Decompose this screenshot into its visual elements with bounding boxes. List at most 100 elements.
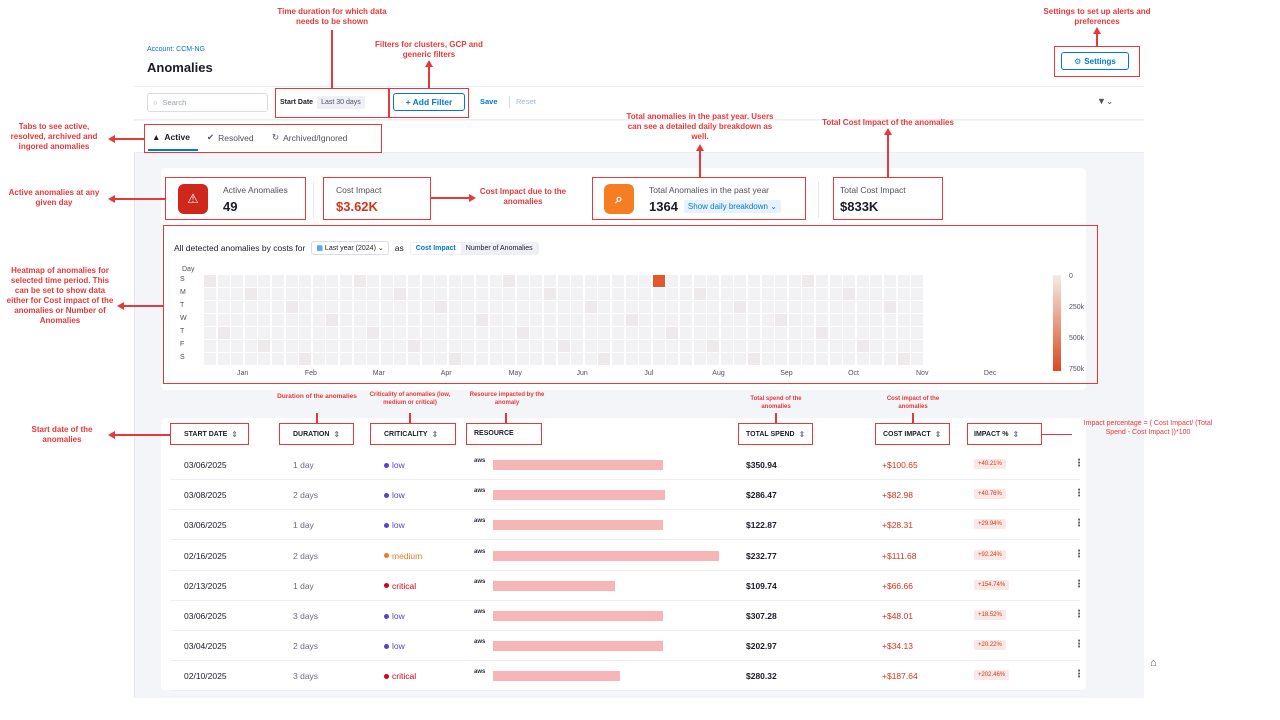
aws-icon: aws [474, 609, 486, 615]
start-date-cell: 03/06/2025 [184, 611, 227, 621]
filter-funnel-icon[interactable]: ▼⌄ [1097, 96, 1113, 107]
table-row[interactable]: 03/06/2025 1 day low aws $350.94 +$100.65 +40.… [170, 450, 1084, 480]
impact-pct-badge: +92.24% [974, 549, 1006, 560]
annotation-line [331, 30, 333, 88]
criticality-dot [384, 553, 389, 559]
annotation-arrow [117, 302, 124, 310]
annotation-heatmap: Heatmap of anomalies for selected time p… [6, 266, 114, 325]
criticality-dot [384, 583, 389, 589]
resource-bar[interactable] [493, 580, 615, 591]
table-row[interactable]: 02/16/2025 2 days medium aws $232.77 +$111.68… [170, 541, 1084, 571]
account-label[interactable]: Account: CCM-NG [147, 46, 205, 53]
total-spend-cell: $286.47 [746, 490, 777, 501]
start-date-cell: 03/08/2025 [184, 490, 227, 501]
annotation-total-anomalies: Total anomalies in the past year. Users … [626, 112, 774, 141]
more-options-icon[interactable]: ⋮ [1074, 488, 1084, 499]
duration-cell: 2 days [293, 641, 319, 652]
annotation-arrow [884, 128, 892, 135]
criticality-label: low [392, 490, 405, 501]
criticality-dot [384, 522, 389, 528]
annotation-line [431, 197, 469, 199]
more-options-icon[interactable]: ⋮ [1074, 639, 1084, 650]
divider [313, 182, 314, 218]
annotation-line [912, 413, 914, 423]
criticality-dot [384, 492, 389, 498]
annotation-box [144, 124, 382, 153]
annotation-box [466, 423, 542, 445]
impact-pct-badge: +18.52% [974, 610, 1006, 620]
annotation-box [738, 423, 813, 445]
annotation-active: Active anomalies at any given day [8, 188, 100, 207]
aws-icon: aws [474, 488, 486, 495]
resource-bar[interactable] [493, 550, 719, 561]
resource-bar[interactable] [493, 460, 663, 470]
annotation-line [316, 413, 318, 423]
annotation-line [699, 150, 701, 177]
criticality-dot [384, 673, 389, 679]
table-row[interactable]: 02/13/2025 1 day critical aws $109.74 +$66.66… [170, 571, 1084, 601]
resource-bar[interactable] [493, 641, 663, 652]
duration-cell: 2 days [293, 550, 319, 561]
resource-bar[interactable] [493, 490, 665, 501]
search-input[interactable]: ○ Search [147, 93, 268, 112]
annotation-line [115, 138, 144, 140]
table-row[interactable]: 03/08/2025 2 days low aws $286.47 +$82.98 +40.… [170, 480, 1084, 511]
duration-cell: 1 day [293, 460, 314, 470]
top-bar [134, 38, 1144, 86]
assistant-icon[interactable]: ⌂ [1150, 657, 1157, 669]
annotation-start-date: Start date of the anomalies [31, 425, 93, 444]
impact-pct-badge: +202.46% [974, 670, 1010, 681]
resource-bar[interactable] [493, 520, 663, 531]
criticality-cell: low [384, 611, 405, 621]
start-date-cell: 02/13/2025 [184, 580, 227, 591]
aws-icon: aws [474, 548, 486, 555]
resource-bar[interactable] [493, 611, 663, 621]
annotation-resource: Resource impacted by the anomaly [469, 392, 545, 406]
criticality-label: critical [392, 671, 417, 682]
annotation-line [887, 134, 889, 177]
total-spend-cell: $280.32 [746, 671, 777, 682]
criticality-cell: low [384, 490, 405, 500]
more-options-icon[interactable]: ⋮ [1074, 609, 1084, 620]
annotation-arrow [1093, 27, 1101, 34]
total-spend-cell: $109.74 [746, 580, 777, 591]
resource-bar[interactable] [493, 671, 620, 682]
divider [818, 182, 819, 218]
annotation-box [967, 423, 1042, 445]
start-date-cell: 03/04/2025 [184, 641, 227, 652]
criticality-label: critical [392, 580, 417, 591]
annotation-filters: Filters for clusters, GCP and generic fi… [375, 40, 483, 59]
more-options-icon[interactable]: ⋮ [1074, 549, 1084, 560]
aws-icon: aws [474, 458, 486, 464]
annotation-time-duration: Time duration for which data needs to be… [277, 7, 387, 26]
table-row[interactable]: 03/04/2025 2 days low aws $202.97 +$34.13 +20.… [170, 631, 1084, 662]
table-row[interactable]: 03/06/2025 3 days low aws $307.28 +$48.01 +18.… [170, 601, 1084, 631]
save-button[interactable]: Save [480, 97, 498, 106]
more-options-icon[interactable]: ⋮ [1074, 669, 1084, 680]
more-options-icon[interactable]: ⋮ [1074, 579, 1084, 590]
more-options-icon[interactable]: ⋮ [1074, 518, 1084, 529]
reset-button[interactable]: Reset [516, 97, 536, 106]
annotation-box [389, 88, 469, 118]
table-row[interactable]: 02/10/2025 3 days critical aws $280.32 +$187.… [170, 661, 1084, 692]
annotation-box [279, 423, 354, 445]
annotation-cost-impact: Cost Impact due to the anomalies [479, 187, 567, 206]
table-row[interactable]: 03/06/2025 1 day low aws $122.87 +$28.31 +29.9… [170, 510, 1084, 541]
annotation-box [275, 88, 389, 118]
total-spend-cell: $307.28 [746, 611, 777, 621]
annotation-total-cost: Total Cost Impact of the anomalies [822, 118, 954, 127]
annotation-arrow [108, 135, 115, 143]
annotation-box [323, 177, 431, 220]
more-options-icon[interactable]: ⋮ [1074, 458, 1084, 469]
criticality-label: low [392, 520, 405, 531]
annotation-line [409, 413, 411, 423]
annotation-box [592, 177, 806, 220]
criticality-cell: low [384, 520, 405, 530]
annotation-line [775, 413, 777, 423]
cost-impact-cell: +$48.01 [882, 611, 913, 621]
criticality-cell: low [384, 460, 405, 470]
search-icon: ○ [153, 98, 158, 107]
cost-impact-cell: +$34.13 [882, 641, 913, 652]
annotation-impact-pct: Impact percentage = ( Cost Impact/ (Tota… [1083, 420, 1213, 436]
annotation-line [1042, 434, 1072, 435]
